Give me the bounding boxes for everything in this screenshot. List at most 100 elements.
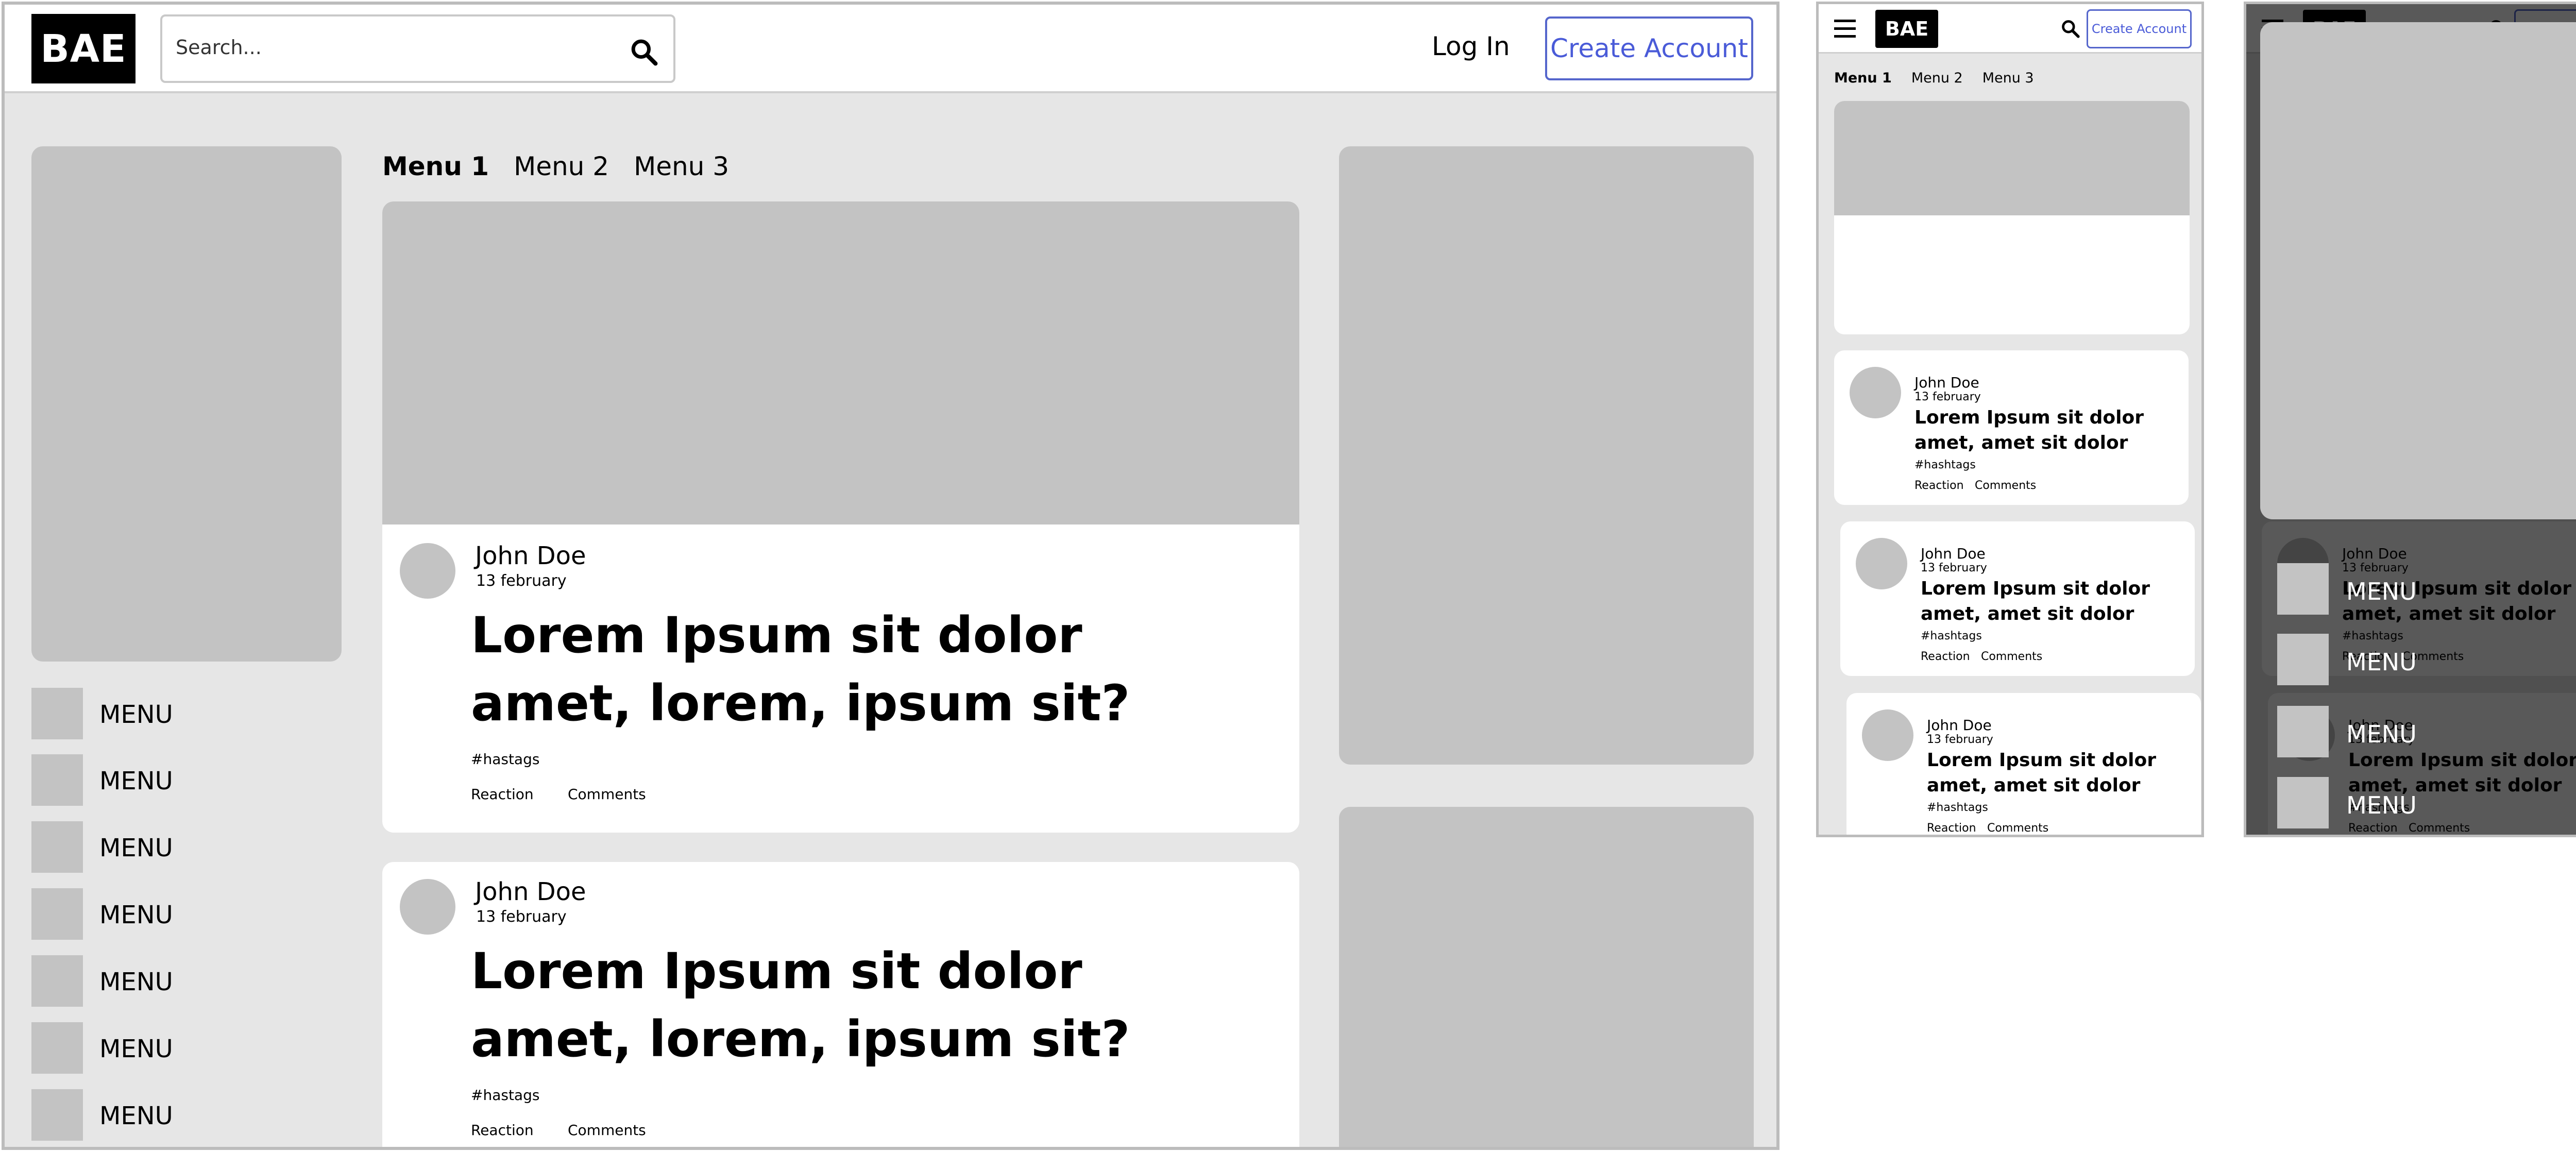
hamburger-menu-icon[interactable] bbox=[1834, 20, 1856, 38]
avatar[interactable] bbox=[1856, 538, 1907, 589]
menu-item-icon bbox=[2277, 777, 2329, 828]
tab-menu-1[interactable]: Menu 1 bbox=[1834, 70, 1892, 86]
post-title[interactable]: Lorem Ipsum sit dolor amet, amet sit dol… bbox=[1921, 576, 2189, 627]
post-image-placeholder bbox=[1834, 101, 2190, 215]
post-card[interactable]: John Doe 13 february Lorem Ipsum sit dol… bbox=[1834, 350, 2189, 505]
search-box[interactable]: Search... bbox=[160, 14, 675, 83]
comments-button[interactable]: Comments bbox=[1987, 822, 2048, 835]
mobile-frame: BAE Create Account Menu 1 Menu 2 Menu 3 … bbox=[1816, 2, 2204, 837]
create-account-button[interactable]: Create Account bbox=[1545, 16, 1753, 80]
mobile-navbar: BAE Create Account bbox=[1819, 4, 2201, 54]
drawer-menu-item[interactable]: MENU bbox=[2277, 706, 2483, 757]
comments-button[interactable]: Comments bbox=[1975, 479, 2036, 492]
feed-tabs: Menu 1 Menu 2 Menu 3 bbox=[382, 151, 729, 188]
right-ad-placeholder bbox=[1339, 146, 1754, 765]
post-title[interactable]: Lorem Ipsum sit dolor amet, amet sit dol… bbox=[1927, 748, 2195, 798]
drawer-menu-label: MENU bbox=[2346, 791, 2417, 819]
post-title[interactable]: Lorem Ipsum sit dolor amet, amet sit dol… bbox=[1914, 405, 2182, 455]
menu-item-icon bbox=[2277, 563, 2329, 615]
comments-button[interactable]: Comments bbox=[1981, 650, 2042, 663]
post-author[interactable]: John Doe bbox=[1914, 374, 1979, 391]
menu-item-icon bbox=[2277, 706, 2329, 757]
left-banner-placeholder bbox=[31, 146, 342, 662]
sidebar-item[interactable]: MENU bbox=[31, 955, 289, 1007]
sidebar-item-label: MENU bbox=[99, 1102, 173, 1130]
feed-tabs: Menu 1 Menu 2 Menu 3 bbox=[1834, 70, 2034, 86]
menu-item-icon bbox=[31, 1089, 83, 1141]
reaction-button[interactable]: Reaction bbox=[1914, 479, 1964, 492]
tab-menu-1[interactable]: Menu 1 bbox=[382, 151, 489, 188]
brand-logo[interactable]: BAE bbox=[1875, 10, 1938, 48]
desktop-frame: BAE Search... Log In Create Account MENU… bbox=[2, 2, 1780, 1150]
menu-drawer-banner bbox=[2260, 22, 2576, 519]
post-card[interactable]: John Doe 13 february Lorem Ipsum sit dol… bbox=[1846, 693, 2201, 835]
sidebar-item[interactable]: MENU bbox=[31, 821, 289, 873]
search-icon[interactable] bbox=[2060, 19, 2080, 38]
post-hashtags[interactable]: #hashtags bbox=[1921, 630, 1982, 642]
sidebar-item[interactable]: MENU bbox=[31, 888, 289, 940]
menu-item-icon bbox=[31, 754, 83, 806]
post-hashtags[interactable]: #hashtags bbox=[1927, 801, 1988, 814]
post-date: 13 february bbox=[476, 908, 567, 926]
post-card[interactable]: John Doe 13 february Lorem Ipsum sit dol… bbox=[382, 862, 1299, 1147]
sidebar-item-label: MENU bbox=[99, 700, 173, 729]
post-hashtags[interactable]: #hashtags bbox=[1914, 459, 1976, 471]
post-date: 13 february bbox=[1914, 391, 1981, 403]
reaction-button[interactable]: Reaction bbox=[471, 1122, 534, 1139]
login-link[interactable]: Log In bbox=[1432, 31, 1510, 61]
comments-button[interactable]: Comments bbox=[568, 1122, 646, 1139]
avatar[interactable] bbox=[1862, 709, 1913, 761]
sidebar-item[interactable]: MENU bbox=[31, 754, 289, 806]
tab-menu-2[interactable]: Menu 2 bbox=[1911, 70, 1963, 86]
drawer-menu-label: MENU bbox=[2346, 648, 2417, 676]
drawer-menu-item[interactable]: MENU bbox=[2277, 563, 2483, 615]
search-input[interactable]: Search... bbox=[176, 36, 262, 59]
reaction-button[interactable]: Reaction bbox=[1927, 822, 1976, 835]
post-image-placeholder bbox=[382, 201, 1299, 524]
menu-item-icon bbox=[31, 888, 83, 940]
post-date: 13 february bbox=[1927, 733, 1993, 746]
comments-button[interactable]: Comments bbox=[568, 786, 646, 803]
menu-item-icon bbox=[31, 821, 83, 873]
sidebar-item[interactable]: MENU bbox=[31, 688, 289, 739]
post-author[interactable]: John Doe bbox=[1927, 717, 1992, 734]
avatar[interactable] bbox=[400, 879, 455, 935]
post-card[interactable]: John Doe 13 february Lorem Ipsum sit dol… bbox=[1840, 521, 2195, 676]
sidebar-item[interactable]: MENU bbox=[31, 1089, 289, 1141]
sidebar-item-label: MENU bbox=[99, 901, 173, 929]
drawer-menu-item[interactable]: MENU bbox=[2277, 777, 2483, 828]
post-date: 13 february bbox=[476, 572, 567, 590]
post-hashtags[interactable]: #hastags bbox=[471, 751, 539, 768]
sidebar-item-label: MENU bbox=[99, 834, 173, 862]
post-title[interactable]: Lorem Ipsum sit dolor amet, lorem, ipsum… bbox=[471, 937, 1192, 1073]
post-card[interactable]: John Doe 13 february Lorem Ipsum sit dol… bbox=[382, 201, 1299, 833]
sidebar-item-label: MENU bbox=[99, 767, 173, 795]
sidebar-item-label: MENU bbox=[99, 1035, 173, 1063]
post-date: 13 february bbox=[1921, 562, 1987, 574]
featured-card[interactable] bbox=[1834, 101, 2190, 334]
tab-menu-3[interactable]: Menu 3 bbox=[634, 151, 729, 188]
sidebar-item[interactable]: MENU bbox=[31, 1022, 289, 1074]
brand-logo[interactable]: BAE bbox=[31, 14, 135, 83]
drawer-menu-label: MENU bbox=[2346, 720, 2417, 748]
drawer-menu-item[interactable]: MENU bbox=[2277, 634, 2483, 685]
menu-item-icon bbox=[31, 688, 83, 739]
search-icon[interactable] bbox=[629, 37, 658, 66]
avatar[interactable] bbox=[1850, 367, 1901, 418]
drawer-menu-label: MENU bbox=[2346, 578, 2417, 605]
create-account-button[interactable]: Create Account bbox=[2087, 9, 2192, 48]
post-author[interactable]: John Doe bbox=[1921, 545, 1986, 562]
reaction-button[interactable]: Reaction bbox=[471, 786, 534, 803]
tab-menu-2[interactable]: Menu 2 bbox=[514, 151, 609, 188]
sidebar-item-label: MENU bbox=[99, 968, 173, 996]
reaction-button[interactable]: Reaction bbox=[1921, 650, 1970, 663]
post-title[interactable]: Lorem Ipsum sit dolor amet, lorem, ipsum… bbox=[471, 601, 1192, 737]
post-author[interactable]: John Doe bbox=[475, 877, 586, 906]
post-hashtags[interactable]: #hastags bbox=[471, 1087, 539, 1104]
avatar[interactable] bbox=[400, 543, 455, 599]
right-ad-placeholder bbox=[1339, 807, 1754, 1147]
menu-item-icon bbox=[31, 955, 83, 1007]
post-author[interactable]: John Doe bbox=[475, 541, 586, 570]
mobile-menu-open-frame: BAE Create Account John Doe 13 february … bbox=[2244, 2, 2576, 837]
tab-menu-3[interactable]: Menu 3 bbox=[1982, 70, 2034, 86]
